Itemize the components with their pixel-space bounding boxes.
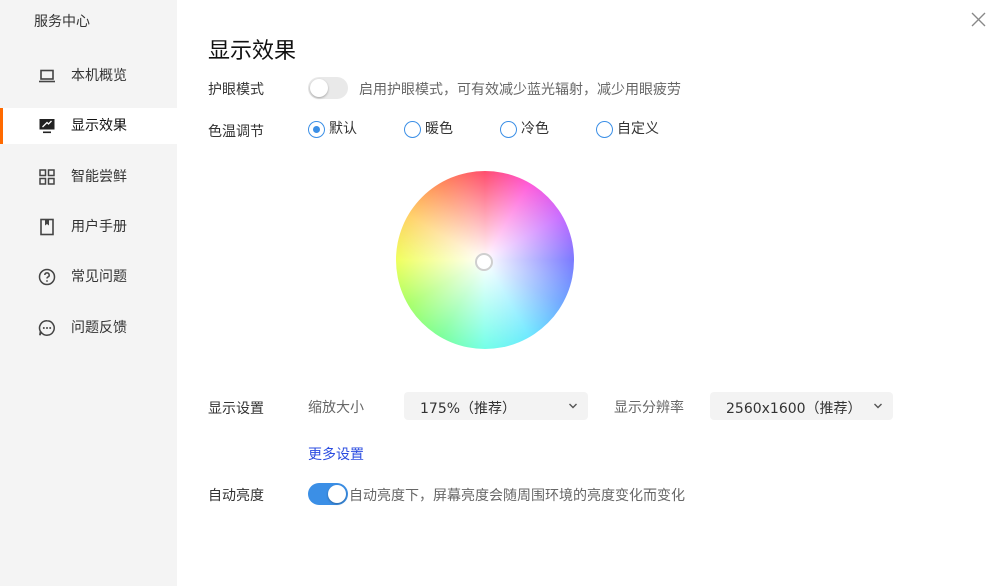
sidebar-item-label: 智能尝鲜 bbox=[71, 169, 127, 185]
scale-value: 175%（推荐） bbox=[420, 401, 517, 417]
eye-care-toggle[interactable] bbox=[308, 77, 348, 99]
sidebar-item-label: 用户手册 bbox=[71, 219, 127, 235]
radio-circle bbox=[500, 121, 517, 138]
radio-label: 默认 bbox=[329, 121, 357, 137]
radio-label: 自定义 bbox=[617, 121, 659, 137]
sidebar-item-label: 问题反馈 bbox=[71, 320, 127, 336]
radio-circle bbox=[596, 121, 613, 138]
chevron-down-icon bbox=[569, 403, 577, 409]
color-wheel-handle[interactable] bbox=[475, 253, 493, 271]
page-title: 显示效果 bbox=[208, 39, 297, 64]
radio-circle bbox=[308, 121, 325, 138]
auto-brightness-toggle[interactable] bbox=[308, 483, 348, 505]
display-settings-label: 显示设置 bbox=[208, 401, 264, 417]
radio-label: 暖色 bbox=[425, 121, 453, 137]
eye-care-label: 护眼模式 bbox=[208, 82, 264, 98]
grid-icon bbox=[39, 169, 55, 185]
resolution-value: 2560x1600（推荐） bbox=[726, 401, 862, 417]
toggle-knob bbox=[310, 79, 328, 97]
color-temp-label: 色温调节 bbox=[208, 124, 264, 140]
sidebar-item-smart[interactable]: 智能尝鲜 bbox=[0, 159, 177, 195]
laptop-icon bbox=[39, 69, 55, 83]
sidebar-item-manual[interactable]: 用户手册 bbox=[0, 209, 177, 245]
auto-brightness-description: 自动亮度下，屏幕亮度会随周围环境的亮度变化而变化 bbox=[349, 488, 685, 504]
scale-label: 缩放大小 bbox=[308, 400, 364, 416]
sidebar: 服务中心 本机概览 显示效果 智能尝鲜 用户手册 常见问题 问题反馈 bbox=[0, 0, 177, 586]
monitor-icon bbox=[39, 119, 55, 134]
question-icon bbox=[38, 268, 56, 286]
more-settings-link[interactable]: 更多设置 bbox=[308, 444, 364, 464]
radio-label: 冷色 bbox=[521, 121, 549, 137]
scale-select[interactable]: 175%（推荐） bbox=[404, 392, 588, 420]
chat-icon bbox=[38, 320, 55, 336]
toggle-knob bbox=[328, 485, 346, 503]
resolution-label: 显示分辨率 bbox=[614, 400, 684, 416]
sidebar-item-feedback[interactable]: 问题反馈 bbox=[0, 310, 177, 346]
eye-care-description: 启用护眼模式，可有效减少蓝光辐射，减少用眼疲劳 bbox=[359, 82, 681, 98]
chevron-down-icon bbox=[874, 403, 882, 409]
sidebar-item-display[interactable]: 显示效果 bbox=[0, 108, 177, 144]
radio-circle bbox=[404, 121, 421, 138]
sidebar-item-label: 显示效果 bbox=[71, 118, 127, 134]
sidebar-item-faq[interactable]: 常见问题 bbox=[0, 259, 177, 295]
sidebar-item-label: 本机概览 bbox=[71, 68, 127, 84]
sidebar-item-overview[interactable]: 本机概览 bbox=[0, 58, 177, 94]
close-icon[interactable] bbox=[970, 11, 987, 28]
book-icon bbox=[40, 218, 54, 236]
radio-selected-dot bbox=[312, 125, 320, 133]
sidebar-item-label: 常见问题 bbox=[71, 269, 127, 285]
auto-brightness-label: 自动亮度 bbox=[208, 488, 264, 504]
resolution-select[interactable]: 2560x1600（推荐） bbox=[710, 392, 893, 420]
app-title: 服务中心 bbox=[34, 14, 90, 30]
